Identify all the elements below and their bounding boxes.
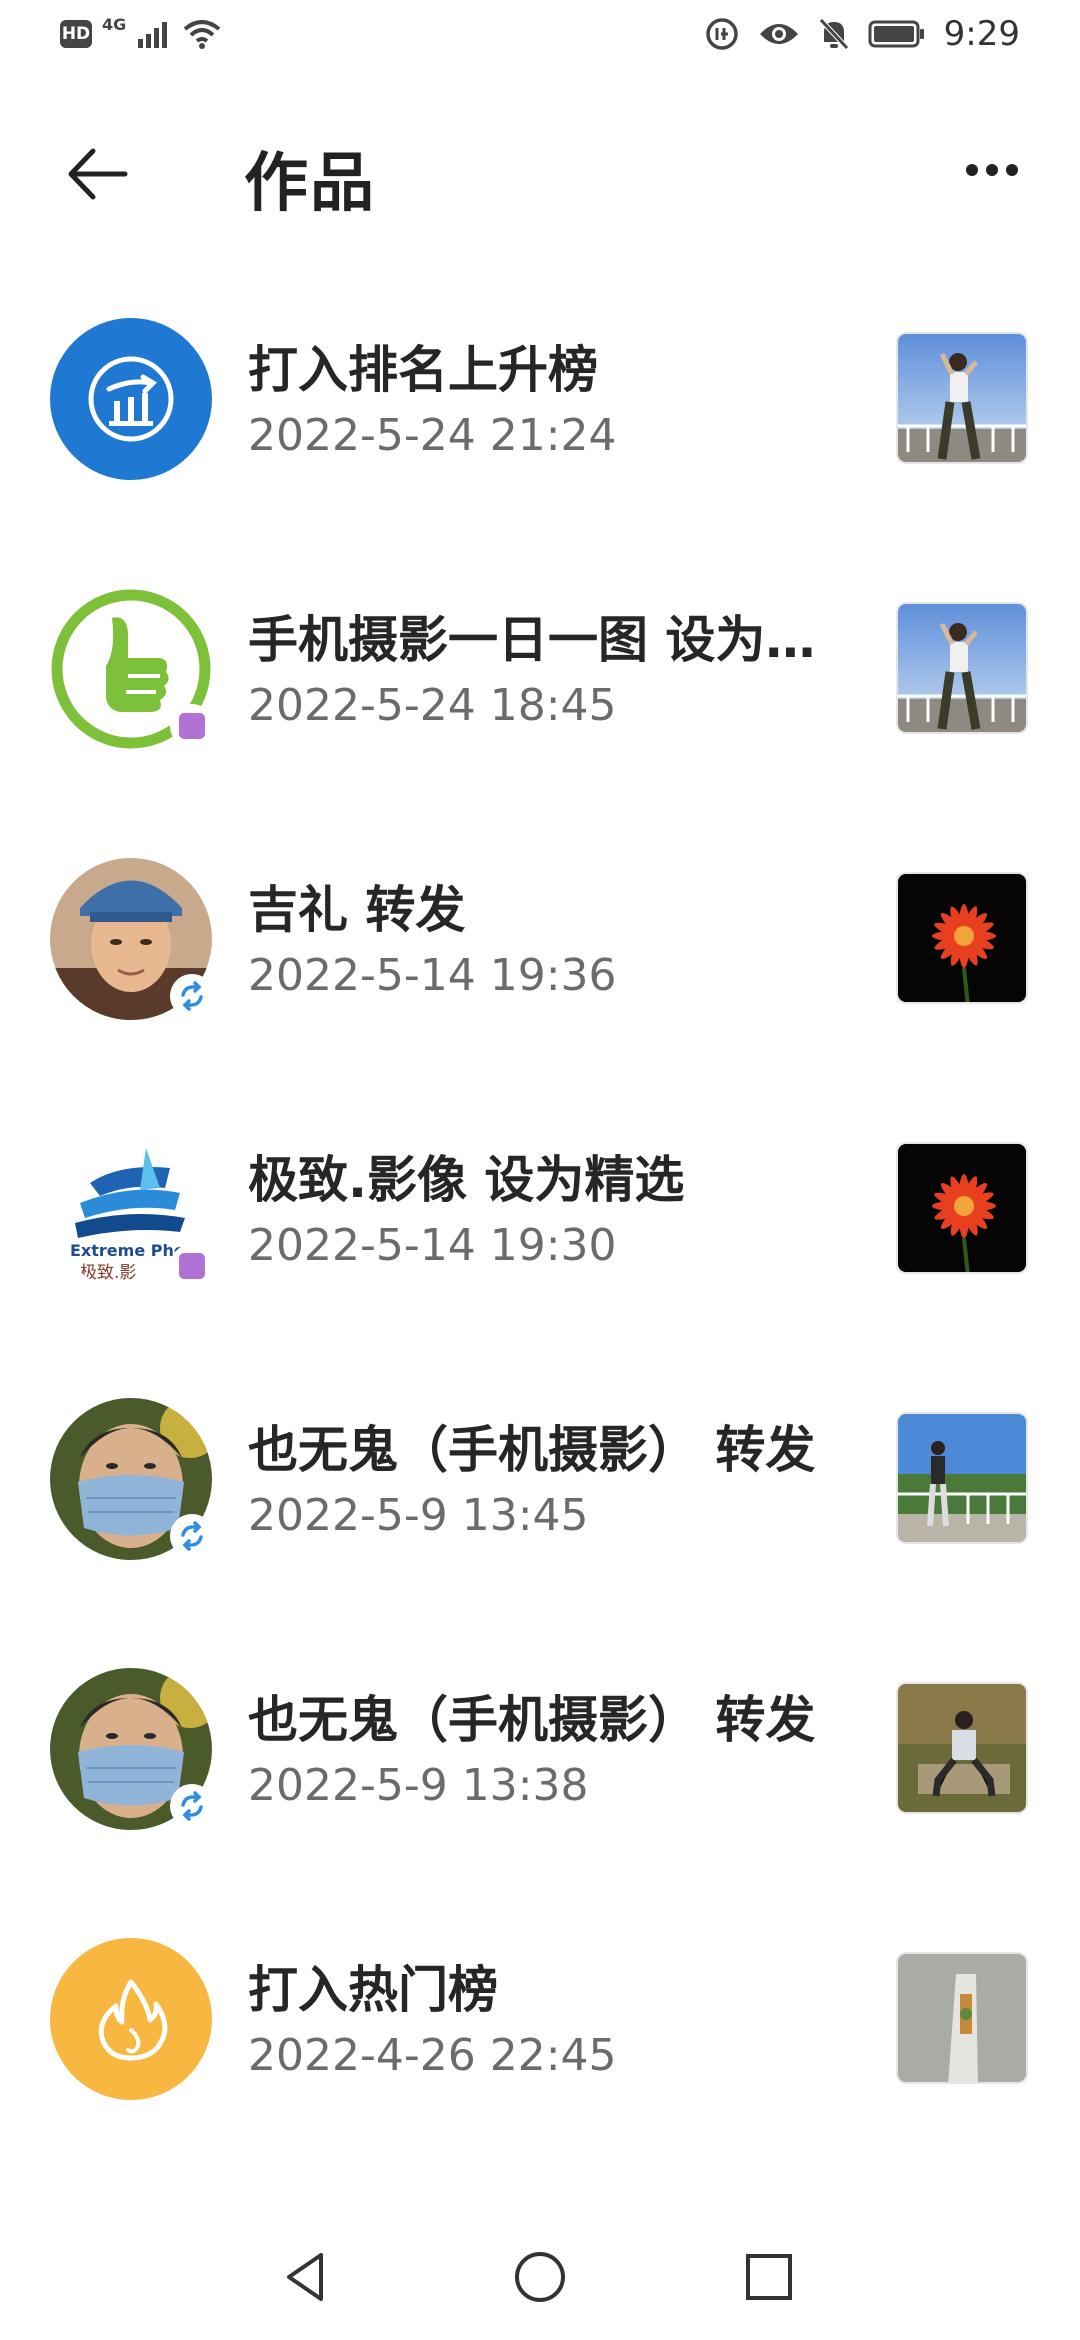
avatar[interactable] bbox=[50, 1398, 214, 1560]
status-left: HD 4G bbox=[60, 14, 222, 50]
hd-label: HD bbox=[61, 24, 91, 44]
more-icon bbox=[966, 164, 978, 176]
nav-back-icon bbox=[287, 2253, 323, 2301]
data-saver-icon bbox=[705, 18, 738, 50]
hd-icon: HD bbox=[60, 20, 92, 48]
navigation-bar bbox=[0, 2210, 1080, 2340]
avatar[interactable]: Extreme Pho 极致.影 bbox=[50, 1128, 214, 1290]
item-time: 2022-5-14 19:30 bbox=[248, 1220, 617, 1271]
hot-flame-icon bbox=[50, 1938, 212, 2100]
avatar[interactable] bbox=[50, 858, 214, 1020]
eye-icon bbox=[759, 24, 798, 44]
list-item[interactable]: 打入排名上升榜 2022-5-24 21:24 bbox=[0, 290, 1080, 560]
item-title: 吉礼 转发 bbox=[248, 881, 466, 939]
avatar[interactable] bbox=[50, 588, 214, 750]
list-item[interactable]: 也无鬼（手机摄影） 转发 2022-5-9 13:38 bbox=[0, 1640, 1080, 1910]
nav-recents-icon bbox=[746, 2254, 792, 2300]
item-title: 极致.影像 设为精选 bbox=[248, 1151, 685, 1209]
signal-icon bbox=[138, 22, 168, 48]
avatar[interactable] bbox=[50, 1668, 214, 1830]
thumbnail[interactable] bbox=[896, 1142, 1028, 1274]
item-time: 2022-5-24 21:24 bbox=[248, 410, 617, 461]
thumbnail[interactable] bbox=[896, 1952, 1028, 2084]
nav-home-button[interactable] bbox=[495, 2232, 585, 2322]
app-bar: 作品 bbox=[0, 110, 1080, 230]
network-type: 4G bbox=[102, 14, 127, 34]
item-title: 打入排名上升榜 bbox=[248, 341, 598, 399]
nav-back-button[interactable] bbox=[262, 2232, 352, 2322]
thumbnail[interactable] bbox=[896, 602, 1028, 734]
repost-badge bbox=[170, 974, 214, 1018]
thumbnail[interactable] bbox=[896, 332, 1028, 464]
avatar[interactable] bbox=[50, 1938, 212, 2100]
item-title: 也无鬼（手机摄影） 转发 bbox=[248, 1421, 816, 1479]
wifi-icon bbox=[183, 20, 221, 49]
nav-recents-button[interactable] bbox=[724, 2232, 814, 2322]
featured-badge bbox=[170, 704, 214, 748]
list-item[interactable]: 也无鬼（手机摄影） 转发 2022-5-9 13:45 bbox=[0, 1370, 1080, 1640]
bell-off-icon bbox=[818, 18, 849, 50]
page-title: 作品 bbox=[244, 147, 376, 221]
back-arrow-icon bbox=[68, 148, 128, 200]
nav-home-icon bbox=[515, 2252, 565, 2302]
list-item[interactable]: 手机摄影一日一图 设为… 2022-5-24 18:45 bbox=[0, 560, 1080, 830]
battery-icon bbox=[868, 20, 924, 48]
status-time: 9:29 bbox=[943, 14, 1020, 54]
list-item[interactable]: Extreme Pho 极致.影 极致.影像 设为精选 2022-5-14 19… bbox=[0, 1100, 1080, 1370]
more-button[interactable] bbox=[952, 140, 1032, 200]
ranking-up-icon bbox=[50, 318, 212, 480]
status-right: 9:29 bbox=[704, 14, 1020, 54]
item-time: 2022-5-9 13:45 bbox=[248, 1490, 589, 1541]
thumbnail[interactable] bbox=[896, 1412, 1028, 1544]
item-title: 打入热门榜 bbox=[248, 1961, 498, 2019]
works-list: 打入排名上升榜 2022-5-24 21:24 手机摄影一日一图 设为… 202… bbox=[0, 290, 1080, 2180]
logo-caption: Extreme Pho bbox=[70, 1241, 185, 1260]
item-time: 2022-5-24 18:45 bbox=[248, 680, 617, 731]
item-time: 2022-4-26 22:45 bbox=[248, 2030, 617, 2081]
avatar[interactable] bbox=[50, 318, 212, 480]
item-time: 2022-5-14 19:36 bbox=[248, 950, 617, 1001]
item-title: 手机摄影一日一图 设为… bbox=[248, 611, 816, 669]
list-item[interactable]: 打入热门榜 2022-4-26 22:45 bbox=[0, 1910, 1080, 2180]
repost-badge bbox=[170, 1784, 214, 1828]
thumbnail[interactable] bbox=[896, 1682, 1028, 1814]
thumbnail[interactable] bbox=[896, 872, 1028, 1004]
status-bar: HD 4G 9:29 bbox=[0, 0, 1080, 80]
back-button[interactable] bbox=[58, 134, 138, 214]
logo-cn: 极致.影 bbox=[80, 1263, 136, 1283]
repost-badge bbox=[170, 1514, 214, 1558]
featured-badge bbox=[170, 1244, 214, 1288]
list-item[interactable]: 吉礼 转发 2022-5-14 19:36 bbox=[0, 830, 1080, 1100]
item-time: 2022-5-9 13:38 bbox=[248, 1760, 589, 1811]
item-title: 也无鬼（手机摄影） 转发 bbox=[248, 1691, 816, 1749]
